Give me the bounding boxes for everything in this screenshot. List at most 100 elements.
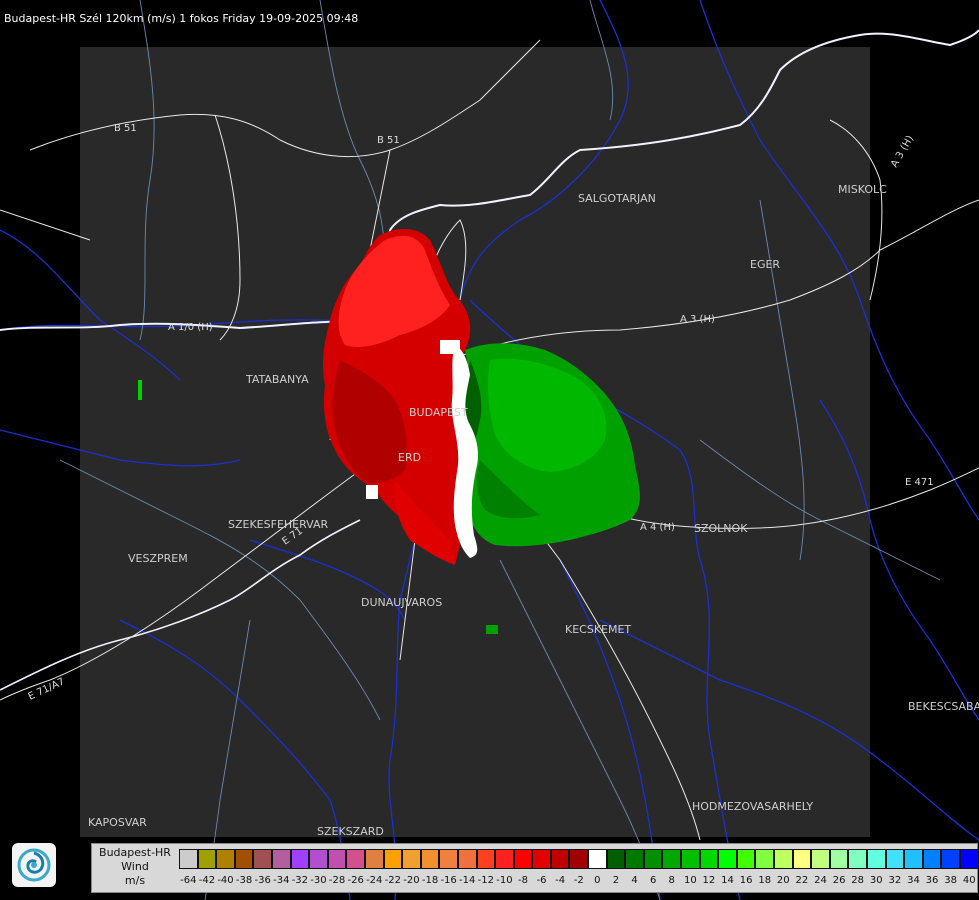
legend-tick: -34 — [273, 875, 290, 886]
legend-swatch — [309, 849, 328, 869]
road-label: A 3 (H) — [680, 314, 715, 325]
legend-tick: -30 — [310, 875, 327, 886]
legend-tick: 4 — [631, 875, 638, 886]
legend-tick: -28 — [328, 875, 346, 886]
legend-swatch — [271, 849, 291, 869]
legend-tick: 14 — [721, 875, 734, 886]
legend-swatch — [941, 849, 960, 869]
legend-swatch — [253, 849, 272, 869]
legend-tick: -22 — [384, 875, 401, 886]
city-label: SZEKSZARD — [317, 825, 384, 838]
city-label: EGER — [750, 258, 780, 271]
legend-tick: 22 — [795, 875, 809, 886]
legend-tick: -10 — [496, 875, 513, 886]
color-legend: Budapest-HR Wind m/s -64 -42 -40 -38 -36 -34-… — [91, 843, 979, 893]
swirl-logo-icon — [17, 848, 51, 882]
legend-swatch — [290, 849, 310, 869]
legend-tick: 32 — [888, 875, 902, 886]
radar-title: Budapest-HR Szél 120km (m/s) 1 fokos Fri… — [4, 12, 359, 25]
city-label: VESZPREM — [128, 552, 188, 565]
road-label: E 471 — [905, 477, 934, 488]
legend-ticks: -64 -42 -40 -38 -36 -34 -32 -30 -28 -26 -24 -22 -20-… — [179, 875, 979, 889]
legend-swatch — [922, 849, 942, 869]
legend-tick: -20 — [403, 875, 420, 886]
legend-swatch — [755, 849, 774, 869]
city-label: KECSKEMET — [565, 623, 631, 636]
legend-swatch — [532, 849, 551, 869]
logo — [12, 843, 56, 887]
legend-swatch — [569, 849, 589, 869]
legend-tick: 34 — [907, 875, 920, 886]
legend-tick: 20 — [776, 875, 790, 886]
legend-swatch — [495, 849, 514, 869]
legend-tick: 10 — [683, 875, 697, 886]
city-label: SZEKESFEHERVAR — [228, 518, 329, 531]
legend-station: Budapest-HR — [99, 846, 171, 859]
legend-tick: -40 — [217, 875, 234, 886]
legend-caption: Budapest-HR Wind m/s — [92, 846, 178, 888]
legend-tick: -4 — [555, 875, 566, 886]
legend-tick: 12 — [702, 875, 716, 886]
legend-tick: -6 — [536, 875, 547, 886]
legend-swatch — [457, 849, 477, 869]
legend-tick: -2 — [573, 875, 584, 886]
legend-tick: -26 — [347, 875, 364, 886]
legend-tick: -8 — [517, 875, 528, 886]
legend-swatch — [476, 849, 496, 869]
legend-swatch — [699, 849, 719, 869]
legend-tick: 6 — [649, 875, 657, 886]
road-label: B 51 — [377, 135, 400, 146]
legend-tick: 26 — [832, 875, 846, 886]
legend-tick: 28 — [851, 875, 865, 886]
legend-tick: -14 — [459, 875, 476, 886]
legend-quantity: Wind — [121, 860, 149, 873]
legend-tick: -64 — [180, 875, 197, 886]
road-label: A 3 (H) — [889, 134, 916, 170]
city-label: SALGOTARJAN — [578, 192, 656, 205]
legend-swatch — [736, 849, 756, 869]
city-label: HODMEZOVASARHELY — [692, 800, 813, 813]
city-label: MISKOLC — [838, 183, 887, 196]
legend-tick: 38 — [944, 875, 957, 886]
legend-tick: 2 — [612, 875, 620, 886]
legend-tick: 0 — [594, 875, 601, 886]
legend-tick: -24 — [366, 875, 383, 886]
legend-swatch — [402, 849, 421, 869]
legend-tick: 36 — [925, 875, 939, 886]
legend-swatch — [327, 849, 347, 869]
legend-tick: 8 — [668, 875, 675, 886]
city-label: DUNAUJVAROS — [361, 596, 442, 609]
legend-swatch — [774, 849, 793, 869]
legend-swatch — [885, 849, 905, 869]
legend-swatch — [829, 849, 849, 869]
legend-swatch — [383, 849, 403, 869]
legend-tick: 18 — [758, 875, 772, 886]
legend-swatch — [792, 849, 812, 869]
road-label: A 1/0 (H) — [168, 322, 213, 333]
city-label: BEKESCSABA — [908, 700, 979, 713]
legend-swatch — [197, 849, 217, 869]
legend-swatches — [179, 849, 979, 869]
legend-swatch — [959, 849, 979, 869]
legend-swatch — [625, 849, 644, 869]
legend-swatch — [439, 849, 458, 869]
city-label: ERD — [398, 451, 421, 464]
legend-tick: -12 — [477, 875, 494, 886]
city-label: BUDAPEST — [409, 406, 468, 419]
legend-swatch — [550, 849, 570, 869]
legend-tick: -36 — [254, 875, 271, 886]
radar-map[interactable]: SALGOTARJAN MISKOLC EGER TATABANYA BUDAP… — [0, 0, 979, 900]
legend-swatch — [420, 849, 440, 869]
legend-swatch — [513, 849, 533, 869]
city-label: SZOLNOK — [694, 522, 748, 535]
legend-tick: -42 — [198, 875, 216, 886]
legend-swatch — [234, 849, 254, 869]
legend-swatch — [364, 849, 384, 869]
road-label: E 71/A7 — [27, 676, 67, 702]
legend-swatch — [681, 849, 700, 869]
legend-unit: m/s — [124, 874, 146, 887]
radar-echo-zero-patch — [366, 485, 378, 499]
legend-swatch — [904, 849, 923, 869]
legend-swatch — [811, 849, 830, 869]
legend-tick: 30 — [869, 875, 883, 886]
